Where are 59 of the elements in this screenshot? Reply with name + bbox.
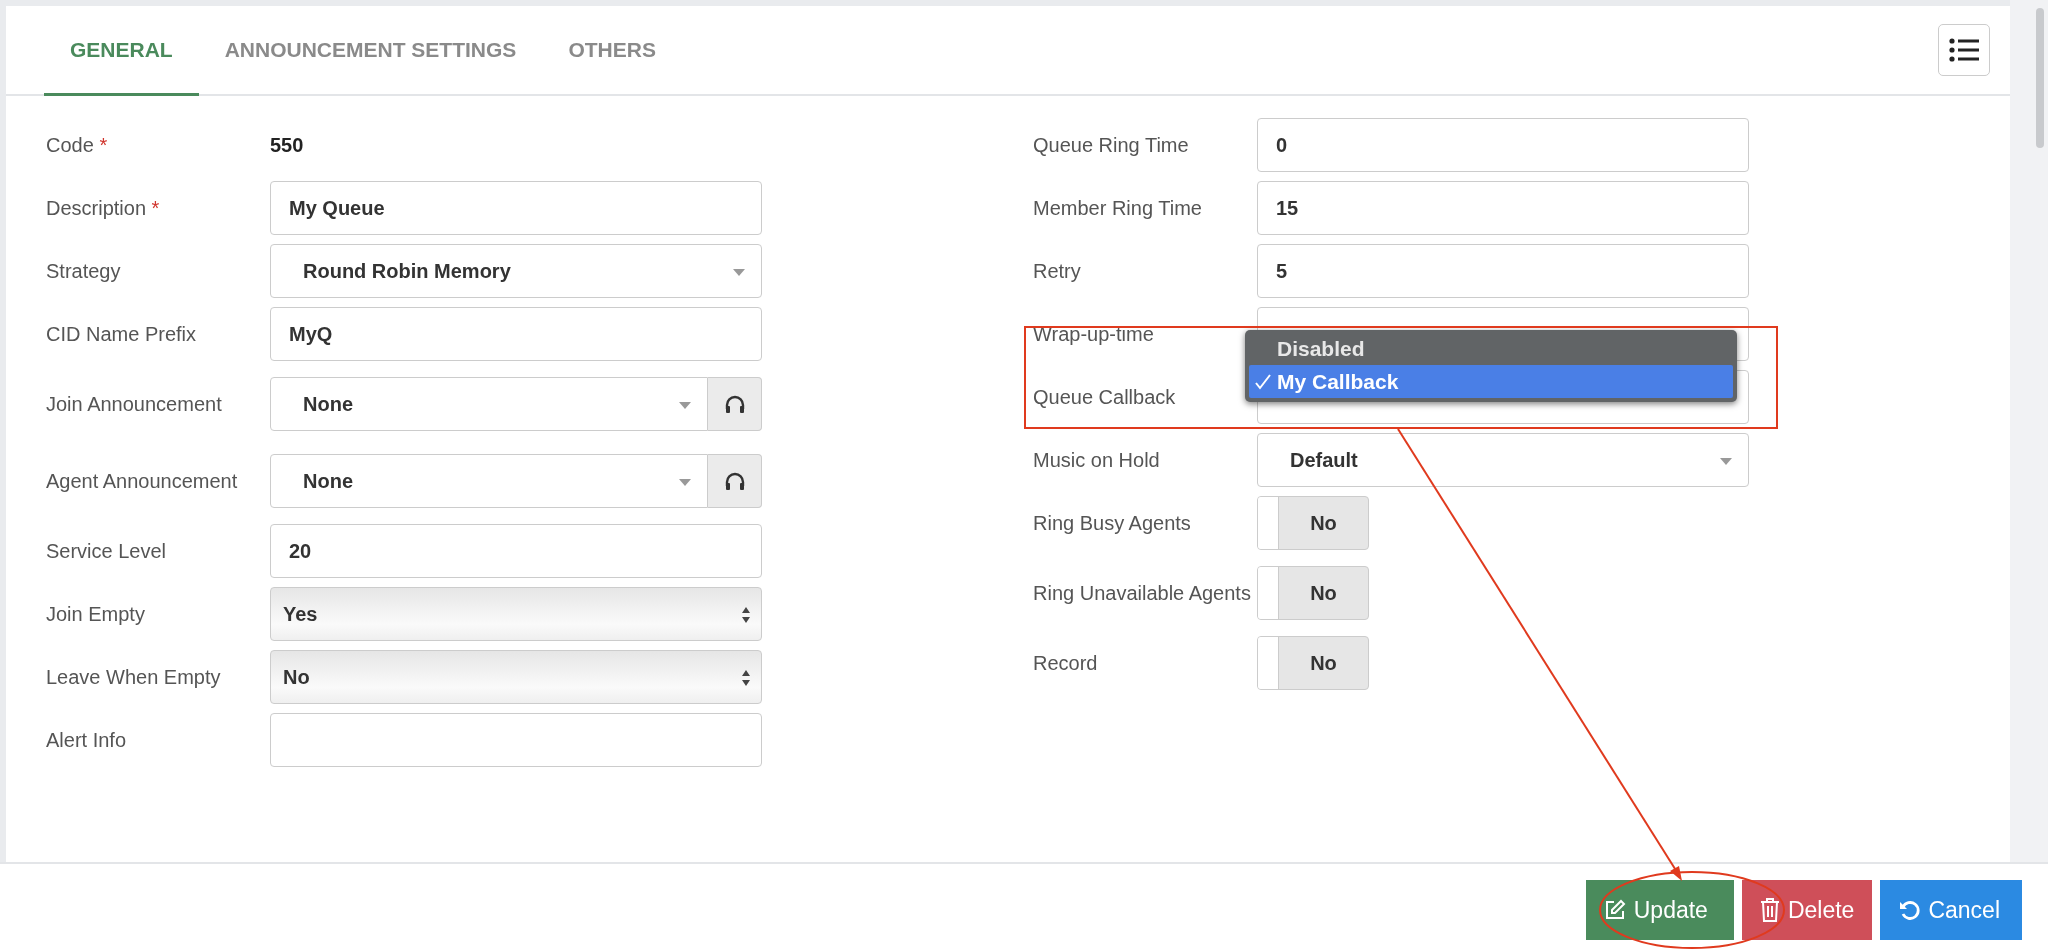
cancel-button[interactable]: Cancel	[1880, 880, 2022, 940]
spinner-arrows-icon	[741, 606, 751, 624]
audio-button[interactable]	[708, 377, 762, 431]
field-label: Service Level	[46, 539, 168, 564]
field-label: Agent Announcement	[46, 469, 239, 494]
select-field[interactable]: None	[270, 377, 708, 431]
select-field[interactable]: No	[270, 650, 762, 704]
delete-button[interactable]: Delete	[1741, 880, 1873, 940]
text-input[interactable]: 20	[270, 524, 762, 578]
update-button[interactable]: Update	[1585, 880, 1734, 940]
field-label: Queue Ring Time	[1033, 133, 1190, 158]
dropdown-option[interactable]: Disabled	[1249, 332, 1733, 365]
field-label: Join Empty	[46, 602, 146, 627]
audio-button[interactable]	[708, 454, 762, 508]
select-field[interactable]: Yes	[270, 587, 762, 641]
field-label: Strategy	[46, 259, 122, 284]
dropdown-option[interactable]: My Callback	[1249, 365, 1733, 398]
undo-icon	[1898, 899, 1921, 921]
select-field[interactable]: Default	[1257, 433, 1749, 487]
caret-icon	[733, 269, 745, 276]
field-label: Member Ring Time	[1033, 196, 1203, 221]
edit-icon	[1603, 899, 1626, 921]
scrollbar[interactable]	[2010, 0, 2048, 862]
caret-icon	[679, 402, 691, 409]
list-icon	[1949, 38, 1979, 62]
text-input[interactable]: MyQ	[270, 307, 762, 361]
toggle-switch[interactable]: No	[1257, 636, 1369, 690]
field-label: Ring Unavailable Agents	[1033, 581, 1252, 606]
field-label: Retry	[1033, 259, 1082, 284]
field-label: Record	[1033, 651, 1099, 676]
field-label: Code *	[46, 133, 109, 158]
field-label: Queue Callback	[1033, 385, 1177, 410]
text-input[interactable]: 5	[1257, 244, 1749, 298]
field-label: Music on Hold	[1033, 448, 1161, 473]
headphones-icon	[724, 395, 745, 413]
text-input[interactable]: My Queue	[270, 181, 762, 235]
text-input[interactable]: 0	[1257, 118, 1749, 172]
field-label: Description *	[46, 196, 161, 221]
caret-icon	[1720, 458, 1732, 465]
field-label: CID Name Prefix	[46, 322, 198, 347]
select-field[interactable]: Round Robin Memory	[270, 244, 762, 298]
spinner-arrows-icon	[741, 669, 751, 687]
text-input[interactable]: 15	[1257, 181, 1749, 235]
field-label: Join Announcement	[46, 392, 223, 417]
checkmark-icon	[1255, 374, 1271, 390]
text-input[interactable]	[270, 713, 762, 767]
select-field[interactable]: None	[270, 454, 708, 508]
field-label: Wrap-up-time	[1033, 322, 1155, 347]
menu-button[interactable]	[1938, 24, 1990, 76]
toggle-switch[interactable]: No	[1257, 566, 1369, 620]
field-label: Ring Busy Agents	[1033, 511, 1192, 536]
headphones-icon	[724, 472, 745, 490]
field-label: Leave When Empty	[46, 665, 222, 690]
field-label: Alert Info	[46, 728, 128, 753]
tab[interactable]: GENERAL	[44, 6, 199, 96]
trash-icon	[1759, 898, 1780, 922]
toggle-switch[interactable]: No	[1257, 496, 1369, 550]
code-value: 550	[270, 133, 304, 157]
caret-icon	[679, 479, 691, 486]
